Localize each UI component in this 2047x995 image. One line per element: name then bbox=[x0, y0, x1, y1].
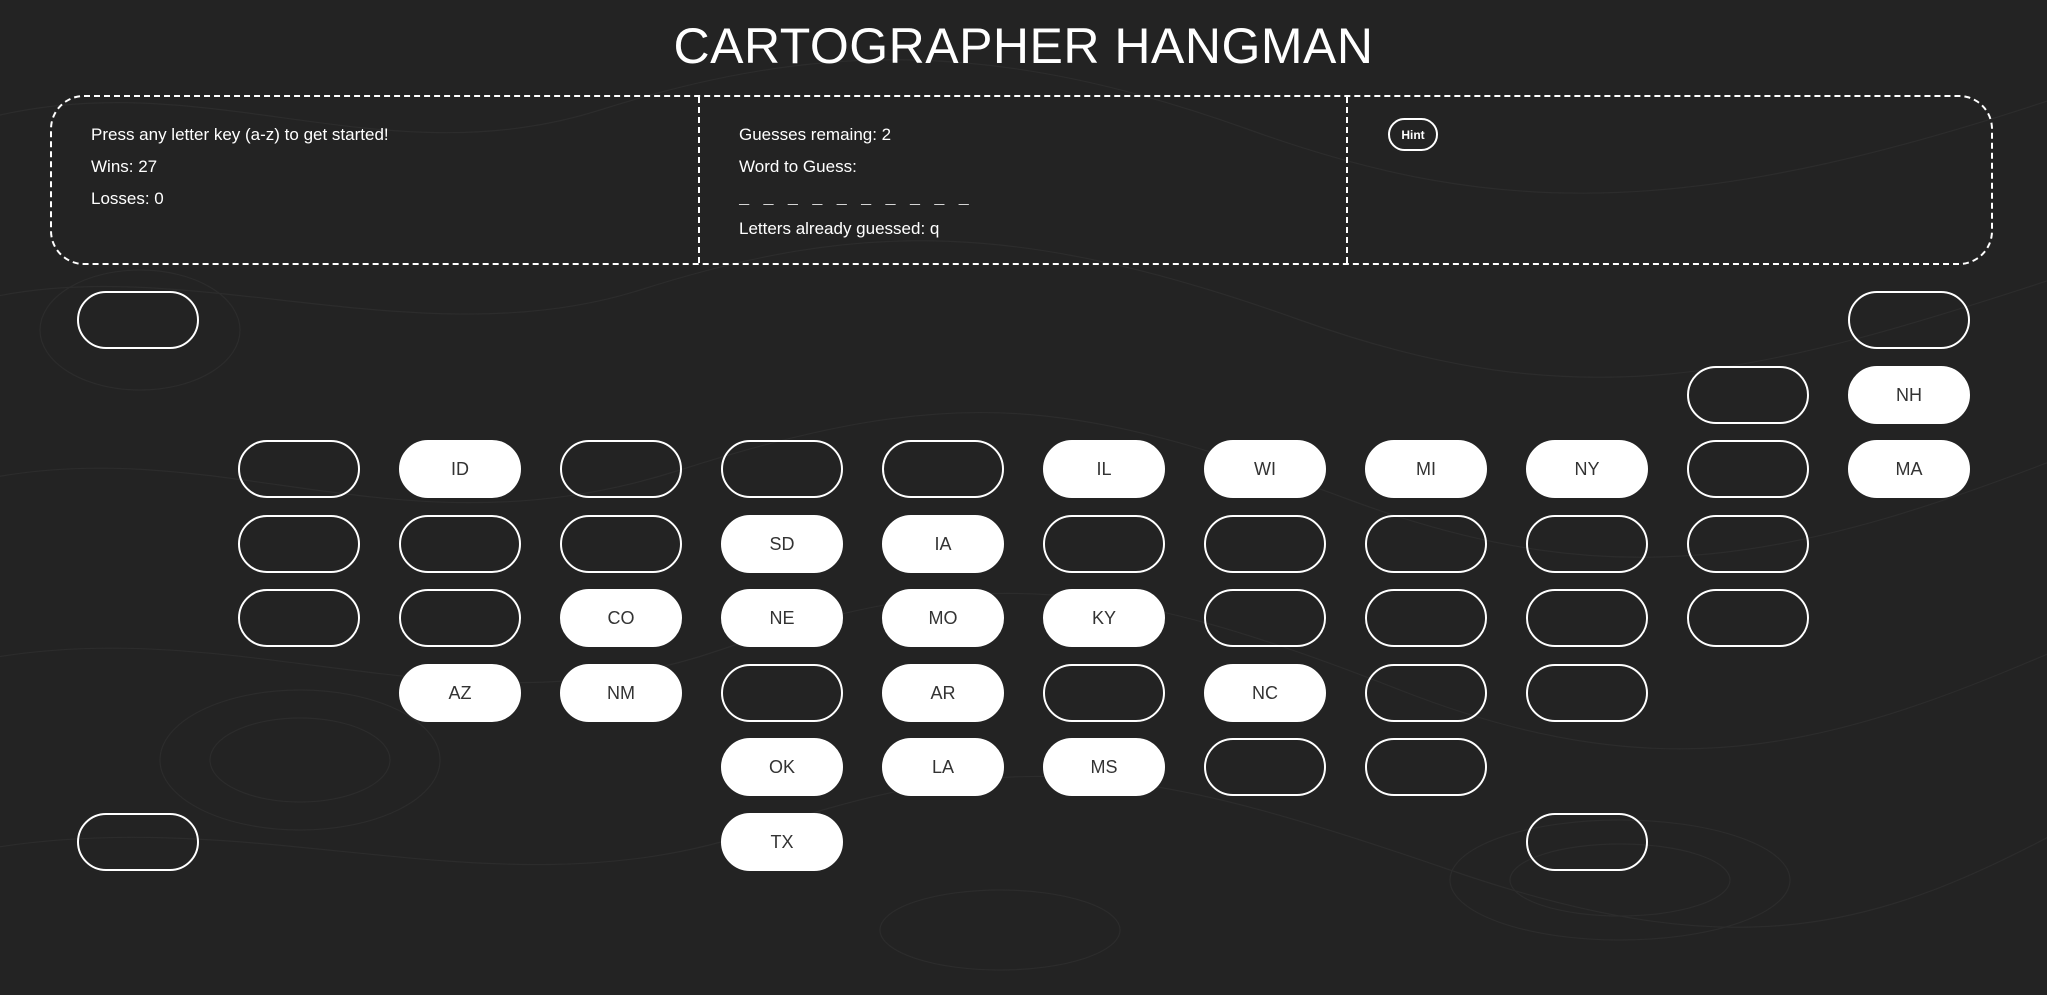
state-tile-az: AZ bbox=[399, 664, 521, 722]
state-tile-hidden bbox=[721, 664, 843, 722]
wins-count: Wins: 27 bbox=[91, 157, 158, 176]
state-tile-sd: SD bbox=[721, 515, 843, 573]
state-tile-hidden bbox=[1043, 515, 1165, 573]
word-to-guess-label: Word to Guess: bbox=[739, 157, 857, 176]
state-tile-ny: NY bbox=[1526, 440, 1648, 498]
state-tile-hidden bbox=[560, 515, 682, 573]
state-tile-hidden bbox=[399, 589, 521, 647]
word-blanks: _ _ _ _ _ _ _ _ _ _ bbox=[739, 190, 971, 209]
state-tile-hidden bbox=[1526, 515, 1648, 573]
state-tile-nh: NH bbox=[1848, 366, 1970, 424]
state-tile-hidden bbox=[399, 515, 521, 573]
state-tile-hidden bbox=[1365, 738, 1487, 796]
state-tile-hidden bbox=[1687, 440, 1809, 498]
state-tile-hidden bbox=[1365, 664, 1487, 722]
state-tile-hidden bbox=[1526, 589, 1648, 647]
state-tile-co: CO bbox=[560, 589, 682, 647]
state-tile-ne: NE bbox=[721, 589, 843, 647]
instructions-text: Press any letter key (a-z) to get starte… bbox=[91, 125, 389, 144]
state-tile-hidden bbox=[77, 813, 199, 871]
state-tile-hidden bbox=[1526, 813, 1648, 871]
state-tile-ms: MS bbox=[1043, 738, 1165, 796]
letters-guessed: Letters already guessed: q bbox=[739, 219, 940, 238]
state-tile-hidden bbox=[721, 440, 843, 498]
state-tile-ma: MA bbox=[1848, 440, 1970, 498]
state-tile-wi: WI bbox=[1204, 440, 1326, 498]
state-tile-nm: NM bbox=[560, 664, 682, 722]
word-column: Guesses remaing: 2 Word to Guess: _ _ _ … bbox=[739, 119, 971, 245]
state-tile-id: ID bbox=[399, 440, 521, 498]
state-tile-tx: TX bbox=[721, 813, 843, 871]
status-column: Press any letter key (a-z) to get starte… bbox=[91, 119, 389, 215]
panel-divider bbox=[1346, 97, 1348, 263]
state-tile-mi: MI bbox=[1365, 440, 1487, 498]
losses-count: Losses: 0 bbox=[91, 189, 164, 208]
state-tile-hidden bbox=[77, 291, 199, 349]
panel-divider bbox=[698, 97, 700, 263]
state-tile-la: LA bbox=[882, 738, 1004, 796]
game-info-panel: Press any letter key (a-z) to get starte… bbox=[50, 95, 1993, 265]
state-tile-nc: NC bbox=[1204, 664, 1326, 722]
state-tile-hidden bbox=[1687, 515, 1809, 573]
state-tile-hidden bbox=[238, 515, 360, 573]
state-tile-hidden bbox=[1526, 664, 1648, 722]
state-tile-hidden bbox=[1204, 738, 1326, 796]
state-tile-hidden bbox=[1687, 589, 1809, 647]
state-tile-ok: OK bbox=[721, 738, 843, 796]
state-tile-mo: MO bbox=[882, 589, 1004, 647]
state-tile-hidden bbox=[882, 440, 1004, 498]
state-tile-il: IL bbox=[1043, 440, 1165, 498]
state-tile-hidden bbox=[1365, 515, 1487, 573]
state-tile-hidden bbox=[238, 440, 360, 498]
state-tile-hidden bbox=[1365, 589, 1487, 647]
state-tile-hidden bbox=[1043, 664, 1165, 722]
state-tile-hidden bbox=[1204, 589, 1326, 647]
page-title: CARTOGRAPHER HANGMAN bbox=[673, 18, 1374, 74]
state-tile-hidden bbox=[1204, 515, 1326, 573]
guesses-remaining: Guesses remaing: 2 bbox=[739, 125, 892, 144]
state-tile-hidden bbox=[560, 440, 682, 498]
state-tile-hidden bbox=[1848, 291, 1970, 349]
state-tile-hidden bbox=[1687, 366, 1809, 424]
state-tile-hidden bbox=[238, 589, 360, 647]
state-tile-ia: IA bbox=[882, 515, 1004, 573]
state-tile-ky: KY bbox=[1043, 589, 1165, 647]
hint-button[interactable]: Hint bbox=[1388, 118, 1438, 151]
state-tile-ar: AR bbox=[882, 664, 1004, 722]
